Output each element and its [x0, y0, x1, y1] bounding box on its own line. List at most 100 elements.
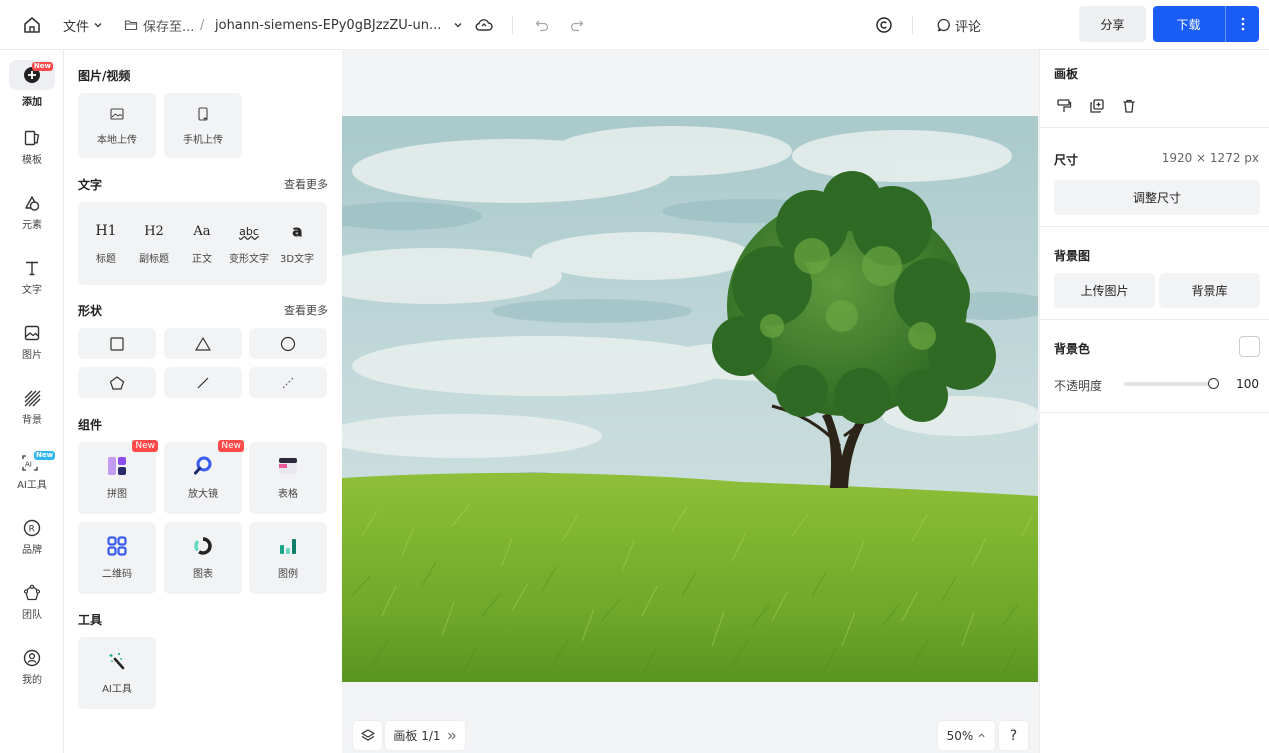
phone-upload-button[interactable]: 手机上传	[164, 93, 242, 158]
delete-icon[interactable]	[1121, 98, 1137, 114]
folder-icon	[124, 20, 138, 31]
comment-button[interactable]: 评论	[936, 0, 981, 50]
nav-elements[interactable]: 元素	[0, 194, 64, 231]
comment-label: 评论	[955, 19, 982, 35]
tool-ai[interactable]: AI工具	[78, 637, 156, 709]
nav-image[interactable]: 图片	[0, 324, 64, 361]
nav-team[interactable]: 团队	[0, 584, 64, 621]
nav-brand[interactable]: R 品牌	[0, 519, 64, 556]
component-magnifier[interactable]: 放大镜 New	[164, 440, 244, 514]
brand-icon: R	[23, 519, 41, 537]
nav-ai-tools[interactable]: AI New AI工具	[0, 451, 64, 491]
save-to-button[interactable]: 保存至...	[124, 0, 194, 50]
opacity-label: 不透明度	[1054, 379, 1103, 393]
zoom-select[interactable]: 50%	[938, 721, 995, 750]
document-title[interactable]: johann-siemens-EPy0gBJzzZU-un...	[215, 0, 463, 50]
asset-panel: 图片/视频 本地上传 手机上传 文字 查看更多 H1 标题 H2 副标题 Aa …	[64, 50, 342, 753]
layers-button[interactable]	[353, 721, 382, 750]
background-icon	[24, 390, 41, 407]
duplicate-icon[interactable]	[1089, 98, 1105, 114]
component-qrcode[interactable]: 二维码	[78, 522, 156, 594]
section-title-media: 图片/视频	[78, 69, 131, 83]
layers-icon	[360, 728, 375, 741]
section-title-shapes: 形状	[78, 304, 103, 318]
collage-icon	[108, 457, 126, 475]
see-more-text-link[interactable]: 查看更多	[284, 176, 328, 192]
text-preset-body[interactable]: Aa 正文	[178, 202, 226, 285]
artboard-pager[interactable]: 画板 1/1	[385, 721, 465, 750]
top-bar: 文件 保存至... / johann-siemens-EPy0gBJzzZU-u…	[0, 0, 1269, 50]
see-more-shapes-link[interactable]: 查看更多	[284, 302, 328, 318]
artboard-image[interactable]	[342, 116, 1038, 682]
opacity-value[interactable]: 100	[1236, 377, 1259, 391]
component-label: 图表	[193, 569, 213, 580]
opacity-slider[interactable]	[1124, 378, 1219, 389]
component-table[interactable]: 表格	[249, 442, 327, 514]
shape-dashed-line[interactable]	[249, 367, 327, 398]
artboard-page-label: 画板 1/1	[393, 729, 441, 743]
download-button[interactable]: 下载	[1153, 6, 1259, 42]
properties-panel: 画板 尺寸 1920 × 1272 px 调整尺寸 背景图 上传图片 背景库 背…	[1039, 50, 1269, 753]
file-menu[interactable]: 文件	[63, 0, 103, 50]
text-preset-label: 3D文字	[279, 254, 315, 265]
rectangle-icon	[110, 336, 124, 351]
svg-text:R: R	[29, 525, 35, 535]
cloud-sync-icon[interactable]	[474, 0, 494, 50]
elements-icon	[25, 196, 40, 211]
text-preset-subheading[interactable]: H2 副标题	[130, 202, 178, 285]
legend-icon	[280, 539, 296, 554]
opacity-slider-thumb[interactable]	[1208, 378, 1219, 389]
component-label: 拼图	[107, 489, 127, 500]
help-button[interactable]: ?	[999, 721, 1028, 750]
nav-ai-tools-label: AI工具	[17, 480, 47, 491]
heading-glyph: H1	[95, 223, 117, 239]
nav-add[interactable]: New 添加	[0, 60, 64, 108]
nav-image-label: 图片	[22, 350, 42, 361]
download-label: 下载	[1176, 17, 1201, 32]
upload-image-button[interactable]: 上传图片	[1054, 273, 1155, 308]
component-legend[interactable]: 图例	[249, 522, 327, 594]
local-upload-button[interactable]: 本地上传	[78, 93, 156, 158]
comment-icon	[937, 18, 950, 32]
text-preset-warp[interactable]: abc 变形文字	[225, 202, 273, 285]
background-image-title: 背景图	[1054, 249, 1091, 263]
dashed-line-icon	[282, 377, 294, 388]
artboard-section-title: 画板	[1054, 67, 1079, 81]
divider	[1040, 319, 1269, 320]
shape-circle[interactable]	[249, 328, 327, 359]
home-icon[interactable]	[22, 0, 42, 50]
nav-template[interactable]: 模板	[0, 129, 64, 166]
3d-text-glyph: a	[291, 222, 303, 240]
resize-button[interactable]: 调整尺寸	[1054, 180, 1260, 215]
copyright-icon[interactable]	[875, 0, 893, 50]
magic-wand-icon	[109, 653, 125, 670]
text-preset-heading[interactable]: H1 标题	[82, 202, 130, 285]
shape-rectangle[interactable]	[78, 328, 156, 359]
help-icon: ?	[1009, 727, 1018, 744]
component-collage[interactable]: 拼图 New	[78, 440, 158, 514]
shape-line[interactable]	[164, 367, 242, 398]
component-label: 表格	[278, 489, 298, 500]
share-button[interactable]: 分享	[1079, 6, 1146, 42]
redo-icon[interactable]	[569, 0, 585, 50]
component-chart[interactable]: 图表	[164, 522, 242, 594]
nav-text[interactable]: 文字	[0, 259, 64, 296]
more-options-icon[interactable]	[1225, 6, 1259, 42]
nav-add-label: 添加	[22, 97, 42, 108]
format-paint-icon[interactable]	[1056, 98, 1072, 114]
nav-mine[interactable]: 我的	[0, 649, 64, 686]
template-icon	[24, 130, 40, 146]
shape-triangle[interactable]	[164, 328, 242, 359]
line-icon	[197, 377, 209, 388]
background-color-swatch[interactable]	[1239, 336, 1260, 357]
divider	[1040, 412, 1269, 413]
user-icon	[23, 649, 41, 667]
undo-icon[interactable]	[534, 0, 550, 50]
nav-mine-label: 我的	[22, 675, 42, 686]
triangle-icon	[195, 336, 211, 351]
chevron-down-icon	[94, 23, 102, 28]
background-library-button[interactable]: 背景库	[1159, 273, 1260, 308]
text-preset-3d[interactable]: a 3D文字	[273, 202, 321, 285]
nav-background[interactable]: 背景	[0, 389, 64, 426]
shape-pentagon[interactable]	[78, 367, 156, 398]
